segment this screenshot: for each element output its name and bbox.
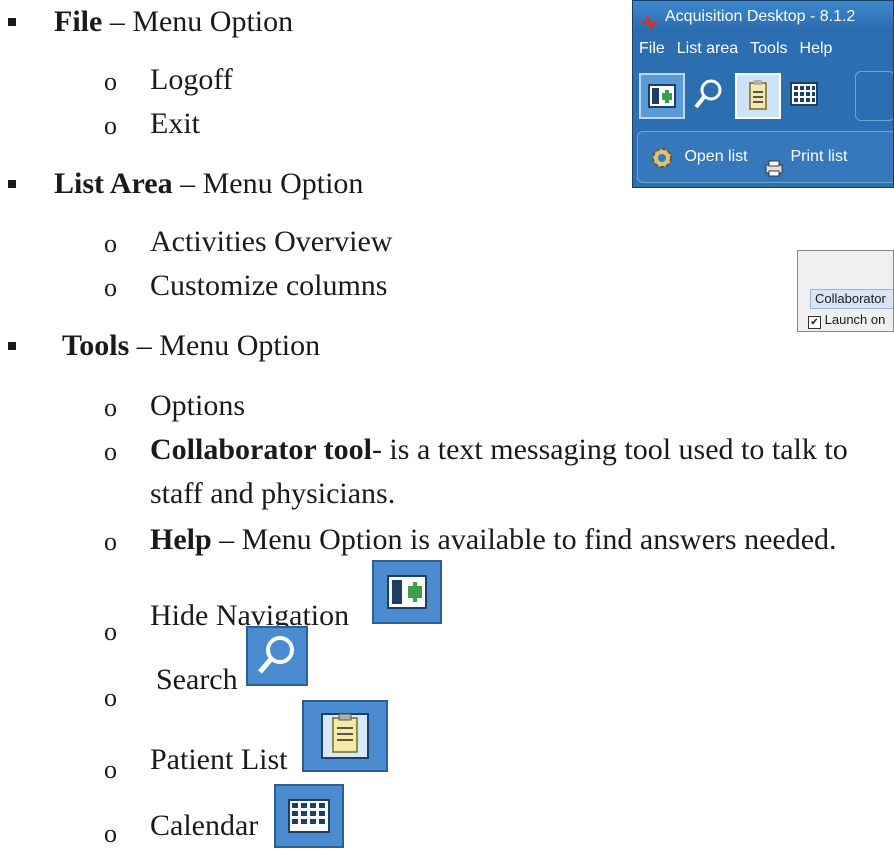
bullet-circle: o (104, 229, 117, 258)
toolbar (633, 67, 893, 127)
printer-icon (764, 148, 784, 177)
list-area-heading: List Area – Menu Option (54, 167, 364, 200)
menu-list-area[interactable]: List area (677, 40, 738, 57)
calendar-icon (274, 784, 344, 848)
tools-item-options: Options (150, 389, 246, 422)
menu-tools[interactable]: Tools (750, 40, 787, 57)
bullet-circle: o (104, 617, 117, 646)
app-logo-icon (641, 10, 659, 32)
list-area-item-columns: Customize columns (150, 269, 388, 302)
hide-navigation-button[interactable] (639, 73, 685, 119)
toolbar-separator (855, 71, 893, 121)
bullet-circle: o (104, 755, 117, 784)
menu-bar: File List area Tools Help (633, 35, 893, 63)
tools-item-help: Help – Menu Option is available to find … (150, 523, 837, 556)
search-icon (246, 626, 308, 686)
tools-item-collaborator: Collaborator tool- is a text messaging t… (150, 433, 848, 466)
menu-help[interactable]: Help (800, 40, 833, 57)
list-actions-bar: Open list Print list (637, 131, 893, 183)
launch-on-label: Launch on (824, 312, 886, 327)
gear-icon (648, 143, 676, 171)
bullet-square (8, 180, 16, 188)
list-area-item-activities: Activities Overview (150, 225, 393, 258)
window-titlebar: Acquisition Desktop - 8.1.2 (633, 1, 893, 33)
open-list-button[interactable]: Open list (684, 148, 747, 165)
file-item-exit: Exit (150, 107, 200, 140)
window-title: Acquisition Desktop - 8.1.2 (665, 8, 856, 25)
bullet-circle: o (104, 273, 117, 302)
file-heading: File – Menu Option (54, 5, 294, 38)
collaborator-tab[interactable]: Collaborator (810, 289, 893, 309)
tools-heading: Tools – Menu Option (62, 329, 321, 362)
bullet-circle: o (104, 393, 117, 422)
search-button[interactable] (687, 73, 733, 119)
hide-navigation-icon (372, 560, 442, 624)
tools-item-search: Search (156, 663, 238, 696)
menu-file[interactable]: File (639, 40, 665, 57)
collaborator-panel-screenshot: Collaborator ✔ Launch on (797, 250, 894, 332)
bullet-circle: o (104, 683, 117, 712)
patient-list-icon (302, 700, 388, 772)
app-window-screenshot: Acquisition Desktop - 8.1.2 File List are… (632, 0, 894, 188)
tools-item-patient-list: Patient List (150, 743, 288, 776)
bullet-square (8, 342, 16, 350)
launch-on-checkbox-row[interactable]: ✔ Launch on (808, 311, 885, 329)
bullet-square (8, 18, 16, 26)
bullet-circle: o (104, 819, 117, 848)
bullet-circle: o (104, 111, 117, 140)
bullet-circle: o (104, 527, 117, 556)
checkbox-checked-icon[interactable]: ✔ (808, 316, 821, 329)
tools-item-calendar: Calendar (150, 809, 259, 842)
calendar-button[interactable] (783, 73, 829, 119)
print-list-button[interactable]: Print list (791, 148, 848, 165)
bullet-circle: o (104, 67, 117, 96)
patient-list-button[interactable] (735, 73, 781, 119)
tools-item-collaborator-cont: staff and physicians. (150, 477, 396, 510)
bullet-circle: o (104, 437, 117, 466)
file-item-logoff: Logoff (150, 63, 233, 96)
